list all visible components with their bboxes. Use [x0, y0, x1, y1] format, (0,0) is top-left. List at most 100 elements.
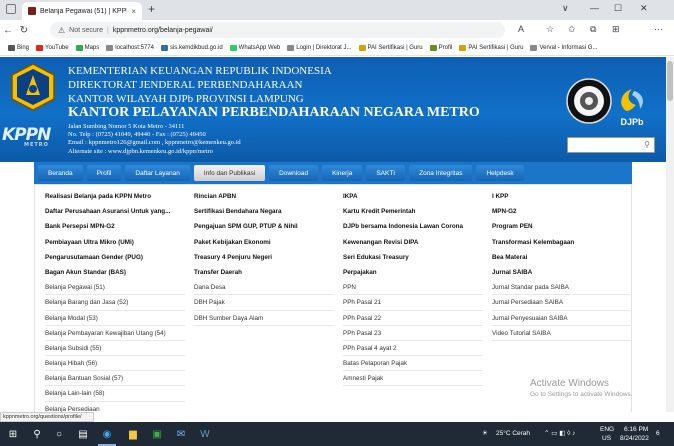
bookmark-item[interactable]: Verval - Informasi G... [530, 44, 597, 51]
weather-icon[interactable]: ☀ [482, 429, 488, 437]
menu-link[interactable]: Seri Edukasi Treasury [343, 250, 483, 265]
nav-item[interactable]: SAKTI [366, 165, 406, 181]
menu-link[interactable]: MPN-G2 [492, 204, 632, 219]
browser-tab[interactable]: Belanja Pegawai (51) | KPPN Metr × [22, 2, 142, 20]
extensions-icon[interactable]: ⊞ [612, 24, 620, 35]
bookmark-item[interactable]: Bing [8, 44, 29, 51]
menu-link[interactable]: Rincian APBN [194, 189, 334, 204]
menu-link[interactable]: PPN [343, 280, 483, 296]
search-icon[interactable]: ⚲ [30, 427, 44, 441]
menu-link[interactable]: Sertifikasi Bendahara Negara [194, 204, 334, 219]
more-menu-icon[interactable]: ⋯ [654, 24, 663, 35]
search-icon[interactable]: ⚲ [644, 140, 650, 149]
menu-link[interactable]: Daftar Perusahaan Asuransi Untuk yang... [45, 204, 185, 219]
menu-link[interactable]: PPh Pasal 23 [343, 326, 483, 341]
new-tab-button[interactable]: + [148, 2, 155, 16]
widgets-icon[interactable]: ▤ [76, 427, 90, 441]
menu-link[interactable]: Bagan Akun Standar (BAS) [45, 265, 185, 280]
page-scrollbar[interactable] [666, 57, 674, 412]
menu-link[interactable]: Jurnal SAIBA [492, 265, 632, 280]
menu-link[interactable]: Bea Materai [492, 250, 632, 265]
nav-item[interactable]: Zona Integritas [409, 165, 473, 181]
menu-link[interactable]: Jurnal Standar pada SAIBA [492, 280, 632, 296]
url-field[interactable]: ⚠ Not secure | kppnmetro.org/belanja-peg… [50, 22, 505, 38]
clock-time[interactable]: 6:16 PM [624, 426, 648, 433]
bookmark-item[interactable]: YouTube [36, 44, 69, 51]
task-view-icon[interactable]: ○ [52, 427, 66, 441]
favorites-icon[interactable]: ✩ [568, 24, 576, 35]
edge-browser-icon[interactable]: ◉ [100, 427, 114, 441]
menu-link[interactable]: Belanja Bantuan Sosial (57) [45, 371, 185, 387]
menu-link[interactable]: Batas Pelaporan Pajak [343, 356, 483, 372]
menu-link[interactable]: I KPP [492, 189, 632, 204]
menu-link[interactable]: PPh Pasal 21 [343, 295, 483, 311]
favorite-star-icon[interactable]: ☆ [546, 24, 554, 35]
site-search-input[interactable]: ⚲ [567, 137, 655, 153]
nav-item[interactable]: Info dan Publikasi [193, 165, 266, 181]
menu-link[interactable]: Dana Desa [194, 280, 334, 296]
menu-link[interactable]: Bank Persepsi MPN-G2 [45, 219, 185, 234]
nav-item[interactable]: Helpdesk [476, 165, 524, 181]
scrollbar-thumb[interactable] [667, 61, 673, 101]
language-label[interactable]: ENG [600, 426, 614, 433]
file-explorer-icon[interactable]: ▆ [126, 427, 140, 441]
tab-actions-icon[interactable] [6, 4, 16, 14]
menu-link[interactable]: IKPA [343, 189, 483, 204]
word-icon[interactable]: W [198, 427, 212, 441]
menu-link[interactable]: Belanja Subsidi (55) [45, 341, 185, 357]
close-window-icon[interactable]: ✕ [640, 3, 648, 14]
bookmark-item[interactable]: PAI Sertifikasi | Guru [358, 44, 423, 51]
back-icon[interactable]: ← [0, 25, 16, 36]
menu-link[interactable]: Transformasi Kelembagaan [492, 235, 632, 250]
menu-link[interactable]: Belanja Lain-lain (58) [45, 386, 185, 402]
menu-link[interactable]: Belanja Persediaan [45, 402, 185, 412]
menu-link[interactable]: DJPb bersama Indonesia Lawan Corona [343, 219, 483, 234]
bookmark-item[interactable]: localhost:5774 [106, 44, 154, 51]
menu-link[interactable]: Transfer Daerah [194, 265, 334, 280]
menu-link[interactable]: Program PEN [492, 219, 632, 234]
menu-link[interactable]: Belanja Pegawai (51) [45, 280, 185, 296]
bookmark-item[interactable]: Profil [429, 44, 452, 51]
menu-link[interactable]: DBH Sumber Daya Alam [194, 311, 334, 326]
nav-item[interactable]: Kinerja [322, 165, 363, 181]
read-aloud-icon[interactable]: A [518, 24, 524, 34]
collections-icon[interactable]: ⧉ [590, 24, 596, 35]
windows-start-icon[interactable]: ⊞ [6, 427, 20, 441]
nav-item[interactable]: Beranda [38, 165, 83, 181]
menu-link[interactable]: Belanja Barang dan Jasa (52) [45, 295, 185, 311]
menu-link[interactable]: Kewenangan Revisi DIPA [343, 235, 483, 250]
menu-link[interactable]: Pengajuan SPM GUP, PTUP & Nihil [194, 219, 334, 234]
menu-link[interactable]: Kartu Kredit Pemerintah [343, 204, 483, 219]
menu-link[interactable]: Treasury 4 Penjuru Negeri [194, 250, 334, 265]
refresh-icon[interactable]: ↻ [16, 25, 32, 36]
tray-icons[interactable]: ⌃ ▭ ◧ ◊ ♪ [544, 429, 575, 437]
menu-link[interactable]: Video Tutorial SAIBA [492, 326, 632, 341]
maximize-icon[interactable]: ☐ [614, 3, 622, 14]
menu-link[interactable]: Belanja Pembayaran Kewajiban Utang (54) [45, 326, 185, 341]
mail-icon[interactable]: ✉ [174, 427, 188, 441]
menu-link[interactable]: Realisasi Belanja pada KPPN Metro [45, 189, 185, 204]
clock-date[interactable]: 8/24/2022 [620, 435, 649, 442]
excel-icon[interactable]: ▣ [150, 427, 164, 441]
bookmark-item[interactable]: WhatsApp Web [229, 44, 280, 51]
menu-link[interactable]: Belanja Modal (53) [45, 311, 185, 326]
menu-link[interactable]: PPh Pasal 4 ayat 2 [343, 341, 483, 357]
nav-item[interactable]: Profil [86, 165, 122, 181]
menu-link[interactable]: Jurnal Persediaan SAIBA [492, 295, 632, 311]
minimize-icon[interactable]: — [590, 3, 599, 13]
menu-link[interactable]: Belanja Hibah (56) [45, 356, 185, 372]
menu-link[interactable]: DBH Pajak [194, 295, 334, 311]
notification-badge[interactable]: 6 [656, 430, 660, 437]
tab-search-icon[interactable]: ∨ [562, 3, 569, 14]
menu-link[interactable]: Perpajakan [343, 265, 483, 280]
weather-text[interactable]: 25°C Cerah [496, 430, 530, 437]
nav-item[interactable]: Download [269, 165, 319, 181]
menu-link[interactable]: Jurnal Penyesuaian SAIBA [492, 311, 632, 326]
region-label[interactable]: US [602, 435, 611, 442]
nav-item[interactable]: Daftar Layanan [125, 165, 190, 181]
menu-link[interactable]: Pembiayaan Ultra Mikro (UMi) [45, 235, 185, 250]
tab-close-icon[interactable]: × [131, 7, 136, 16]
menu-link[interactable]: PPh Pasal 22 [343, 311, 483, 326]
menu-link[interactable]: Amnesti Pajak [343, 371, 483, 387]
bookmark-item[interactable]: sis.kemdikbud.go.id [160, 44, 223, 51]
